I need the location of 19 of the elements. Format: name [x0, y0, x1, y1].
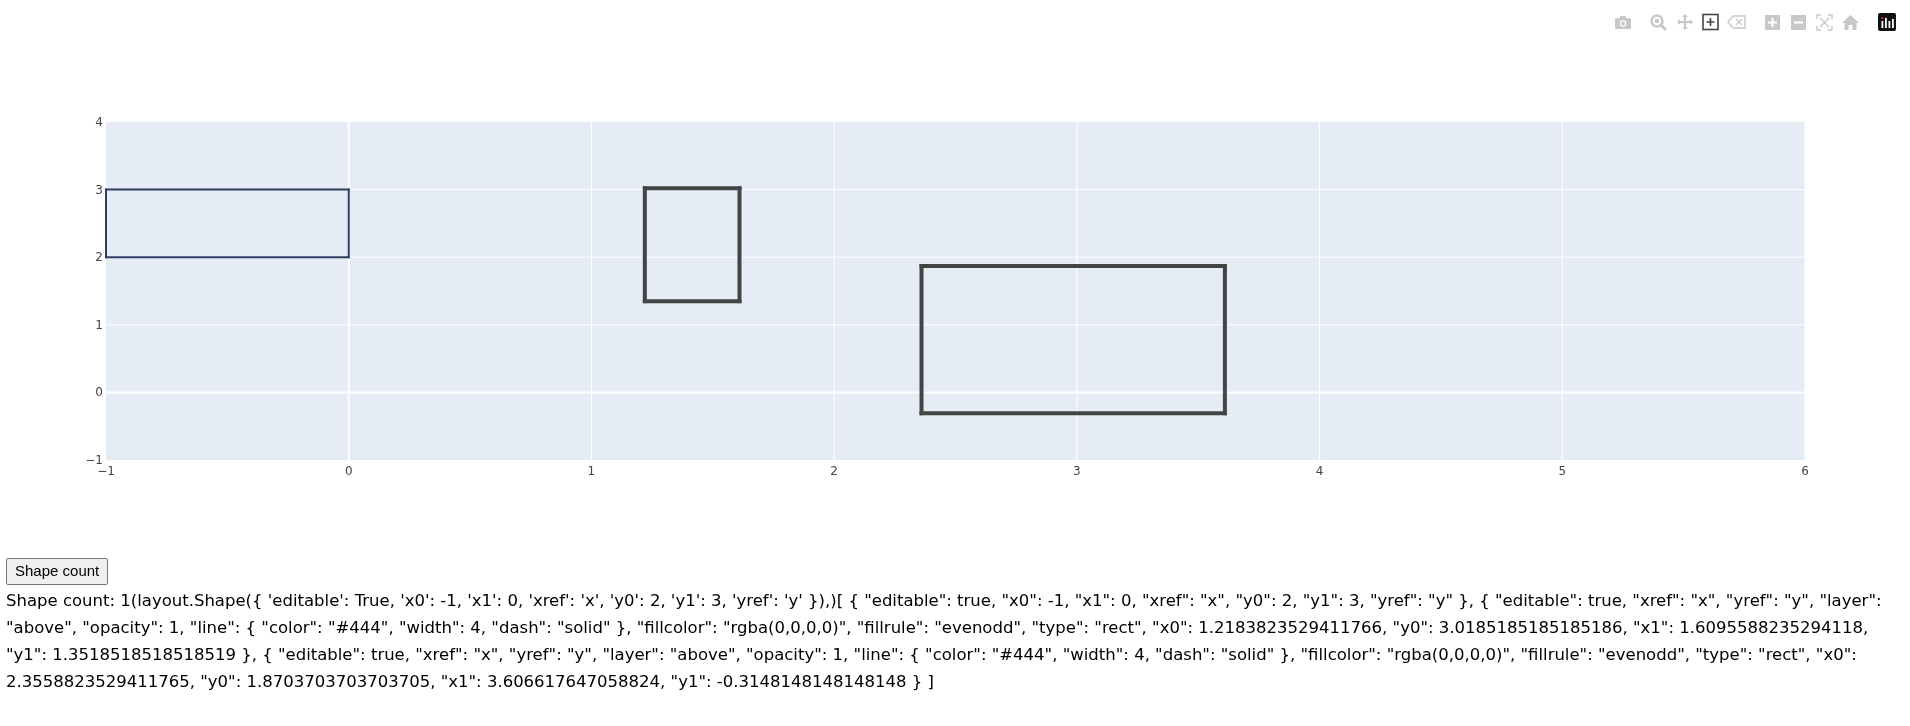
rectangle-shape[interactable] — [642, 186, 742, 304]
x-tick-label: 6 — [1801, 464, 1809, 478]
x-tick-label: 1 — [587, 464, 596, 478]
y-tick-label: 3 — [95, 182, 103, 197]
x-tick-label: −1 — [97, 464, 115, 478]
y-tick-label: 1 — [95, 317, 103, 332]
rectangle-shape[interactable] — [919, 264, 1227, 416]
output-text: Shape count: 1(layout.Shape({ 'editable': True, 'x0': -1, 'x1': 0, 'xref': 'x', 'y0': 2, 'y1': 3, 'yref': 'y' }),)[ { "editable": true, "x0": -1, "x1": 0, "xref": "x", "y0": 2, "y1": 3, "yref": "y" }, { "editable": true, "xref": "x", "yref": "y", "layer": "above", "opacity": 1, "line": { "color": "#444", "width": 4, "dash": "solid" }, "fillcolor": "rgba(0,0,0,0)", "fillrule": "evenodd", "type": "rect", "x0": 1.2183823529411766, "y0": 3.0185185185185186, "x1": 1.6095588235294118, "y1": 1.3518518518518519 }, { "editable": true, "xref": "x", "yref": "y", "layer": "above", "opacity": 1, "line": { "color": "#444", "width": 4, "dash": "solid" }, "fillcolor": "rgba(0,0,0,0)", "fillrule": "evenodd", "type": "rect", "x0": 2.3558823529411765, "y0": 1.8703703703703705, "x1": 3.606617647058824, "y1": -0.3148148148148148 } ] — [6, 589, 1883, 693]
rectangle-shape[interactable] — [105, 188, 350, 259]
y-tick-label: 2 — [95, 250, 103, 265]
x-tick-label: 2 — [830, 464, 838, 478]
x-tick-label: 0 — [344, 464, 353, 478]
x-tick-label: 3 — [1073, 464, 1081, 478]
y-tick-label: −1 — [85, 453, 103, 467]
shape-count-button[interactable]: Shape count — [6, 558, 109, 585]
y-tick-label: 0 — [95, 385, 103, 400]
x-tick-label: 4 — [1315, 464, 1324, 478]
y-tick-label: 4 — [95, 115, 103, 129]
x-tick-label: 5 — [1558, 464, 1567, 478]
